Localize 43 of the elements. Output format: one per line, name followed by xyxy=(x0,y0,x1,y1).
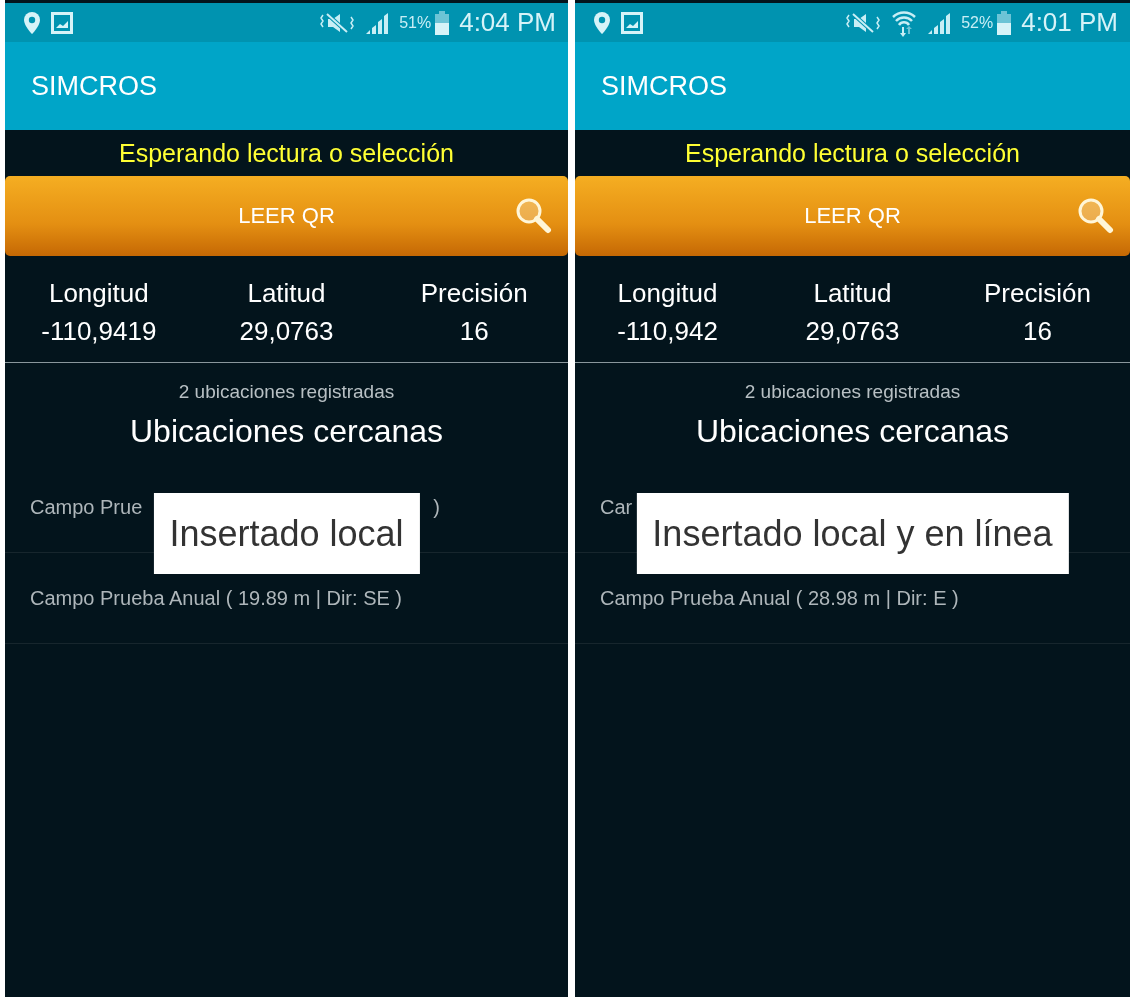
coordinate-label: Longitud xyxy=(48,277,149,310)
section-title: Ubicaciones cercanas xyxy=(128,413,444,450)
status-message: Esperando lectura o selección xyxy=(684,138,1021,169)
battery-percent: 52% xyxy=(961,13,994,32)
location-item[interactable]: Car xyxy=(600,495,633,519)
search-icon xyxy=(514,196,552,234)
toast-message: Insertado local xyxy=(153,493,420,574)
location-pin-icon xyxy=(593,10,611,35)
coordinate-label: Precisión xyxy=(420,277,528,310)
image-icon xyxy=(621,11,643,34)
coordinate-value: 16 xyxy=(459,315,489,348)
coordinate-value: 29,0763 xyxy=(805,315,900,348)
coordinate-label: Latitud xyxy=(247,277,326,310)
location-pin-icon xyxy=(23,10,41,35)
mute-vibrate-icon xyxy=(845,10,882,35)
location-item[interactable]: Campo Prueba Anual ( 28.98 m | Dir: E ) xyxy=(600,586,959,610)
mute-vibrate-icon xyxy=(319,10,356,35)
search-icon xyxy=(1076,196,1114,234)
signal-icon xyxy=(927,10,952,35)
coordinate-label: Precisión xyxy=(984,277,1091,310)
app-title: SIMCROS xyxy=(31,70,157,102)
registered-count: 2 ubicaciones registradas xyxy=(743,381,962,403)
toast-message: Insertado local y en línea xyxy=(636,493,1069,574)
app-title: SIMCROS xyxy=(601,70,727,102)
coordinate-value: 29,0763 xyxy=(239,315,334,348)
section-title: Ubicaciones cercanas xyxy=(694,413,1010,450)
image-icon xyxy=(51,11,73,34)
registered-count: 2 ubicaciones registradas xyxy=(177,381,396,403)
battery-icon xyxy=(435,10,450,35)
coordinate-label: Longitud xyxy=(617,277,718,310)
coordinate-value: 16 xyxy=(1023,315,1052,348)
clock-time: 4:04 PM xyxy=(459,7,556,38)
battery-percent: 51% xyxy=(399,13,432,32)
coordinate-label: Latitud xyxy=(813,277,892,310)
coordinate-value: -110,9419 xyxy=(41,315,157,348)
battery-icon xyxy=(997,10,1012,35)
location-item[interactable]: Campo Prueba Anual ( 19.89 m | Dir: SE ) xyxy=(30,586,403,610)
coordinate-value: -110,942 xyxy=(617,315,718,348)
signal-icon xyxy=(365,10,390,35)
status-message: Esperando lectura o selección xyxy=(118,138,455,169)
location-item[interactable]: Campo Prue xyxy=(30,495,143,519)
clock-time: 4:01 PM xyxy=(1021,7,1118,38)
location-item-tail[interactable]: ) xyxy=(433,495,440,519)
